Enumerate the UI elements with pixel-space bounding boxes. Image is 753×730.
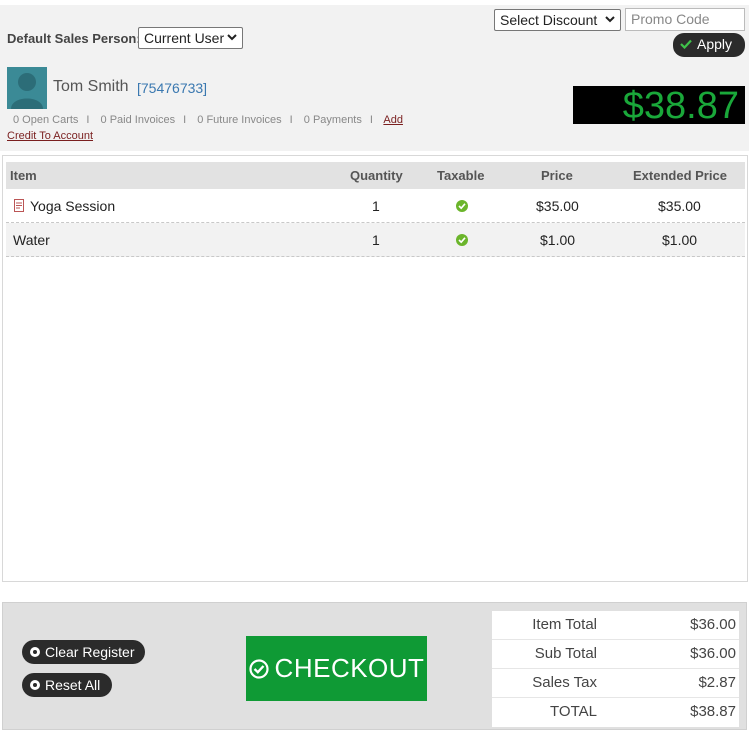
person-silhouette-icon — [11, 73, 43, 109]
item-quantity: 1 — [372, 198, 380, 214]
taxable-check-icon — [456, 234, 468, 246]
totals-row-item-total: Item Total $36.00 — [492, 611, 739, 640]
item-total-label: Item Total — [532, 616, 597, 633]
customer-name[interactable]: Tom Smith — [53, 78, 129, 96]
customer-id[interactable]: [75476733] — [137, 80, 207, 96]
total-display: $38.87 — [573, 86, 745, 126]
stat-open-carts[interactable]: 0 Open Carts — [13, 114, 78, 126]
apply-label: Apply — [697, 36, 733, 52]
item-extended-price: $1.00 — [662, 232, 698, 248]
discount-value: Select Discount — [500, 12, 598, 28]
credit-to-account-link[interactable]: Credit To Account — [7, 130, 93, 142]
chevron-down-icon — [227, 34, 237, 41]
sales-tax-value: $2.87 — [698, 674, 736, 691]
item-price: $35.00 — [536, 198, 579, 214]
clear-register-button[interactable]: Clear Register — [22, 640, 145, 664]
check-circle-icon — [248, 659, 269, 679]
chevron-down-icon — [605, 16, 615, 23]
sub-total-value: $36.00 — [690, 645, 736, 662]
header-taxable: Taxable — [437, 168, 485, 183]
header-quantity: Quantity — [350, 168, 403, 183]
checkout-button[interactable]: CHECKOUT — [246, 636, 427, 701]
customer-avatar — [7, 67, 47, 109]
apply-button[interactable]: Apply — [673, 33, 745, 57]
item-extended-price: $35.00 — [658, 198, 701, 214]
checkout-label: CHECKOUT — [274, 653, 425, 683]
table-header: Item Quantity Taxable Price Extended Pri… — [6, 162, 745, 189]
totals-row-sub-total: Sub Total $36.00 — [492, 640, 739, 669]
taxable-check-icon — [456, 200, 468, 212]
table-row[interactable]: Water 1 $1.00 $1.00 — [6, 223, 745, 257]
item-quantity: 1 — [372, 232, 380, 248]
sales-person-select[interactable]: Current User — [138, 27, 243, 49]
total-label: TOTAL — [550, 703, 597, 720]
checkout-panel: Clear Register Reset All CHECKOUT Item T… — [2, 602, 747, 730]
promo-code-input[interactable]: Promo Code — [625, 8, 745, 31]
table-row[interactable]: Yoga Session 1 $35.00 $35.00 — [6, 189, 745, 223]
header-extended-price: Extended Price — [633, 168, 727, 183]
customer-stats: 0 Open Carts I 0 Paid Invoices I 0 Future … — [13, 114, 403, 126]
item-name: Water — [13, 232, 50, 248]
sub-total-label: Sub Total — [534, 645, 597, 662]
totals-row-total: TOTAL $38.87 — [492, 698, 739, 727]
stat-payments[interactable]: 0 Payments — [304, 114, 362, 126]
totals-summary: Item Total $36.00 Sub Total $36.00 Sales… — [492, 611, 739, 727]
reset-all-label: Reset All — [45, 677, 101, 693]
document-icon — [14, 199, 24, 212]
add-credit-link[interactable]: Add — [383, 114, 403, 126]
promo-placeholder: Promo Code — [631, 11, 710, 27]
reset-all-button[interactable]: Reset All — [22, 673, 112, 697]
stat-future-invoices[interactable]: 0 Future Invoices — [197, 114, 281, 126]
header-item: Item — [10, 168, 37, 183]
pos-header: Default Sales Person: Current User Selec… — [0, 5, 749, 151]
item-price: $1.00 — [540, 232, 576, 248]
item-total-value: $36.00 — [690, 616, 736, 633]
sales-person-value: Current User — [144, 30, 225, 46]
discount-select[interactable]: Select Discount — [494, 9, 621, 31]
default-sales-person-label: Default Sales Person: — [7, 31, 141, 46]
item-name: Yoga Session — [30, 198, 116, 214]
clear-register-label: Clear Register — [45, 644, 135, 660]
sales-tax-label: Sales Tax — [532, 674, 597, 691]
close-circle-icon — [30, 680, 40, 690]
cart-items-panel: Item Quantity Taxable Price Extended Pri… — [2, 155, 748, 582]
checkmark-icon — [680, 39, 692, 49]
header-price: Price — [541, 168, 573, 183]
stat-paid-invoices[interactable]: 0 Paid Invoices — [101, 114, 176, 126]
total-value: $38.87 — [690, 703, 736, 720]
totals-row-sales-tax: Sales Tax $2.87 — [492, 669, 739, 698]
close-circle-icon — [30, 647, 40, 657]
